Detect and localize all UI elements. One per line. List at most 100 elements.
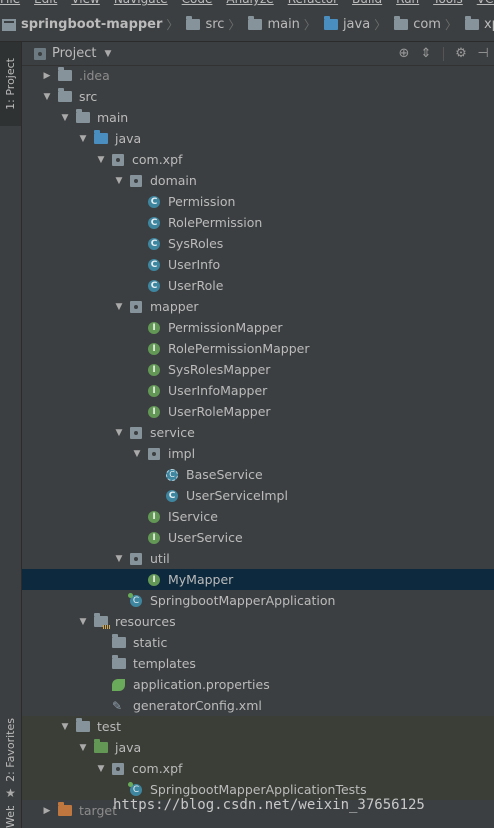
menu-item[interactable]: Run [396, 0, 419, 6]
interface-icon: I [148, 573, 160, 586]
tree-row-label: SysRoles [168, 236, 224, 251]
expanded-arrow-icon[interactable]: ▼ [112, 554, 126, 564]
expanded-arrow-icon[interactable]: ▼ [112, 302, 126, 312]
tree-row-label: java [115, 740, 142, 755]
collapsed-arrow-icon[interactable]: ▶ [40, 806, 54, 816]
tree-row[interactable]: ▶CSysRoles [22, 233, 494, 254]
tree-row-label: SpringbootMapperApplicationTests [150, 782, 367, 797]
menu-item[interactable]: Navigate [114, 0, 168, 6]
tree-row[interactable]: ▼ service [22, 422, 494, 443]
tree-row-label: test [97, 719, 122, 734]
tree-row[interactable]: ▼ com.xpf [22, 758, 494, 779]
breadcrumb-separator: 〉 [374, 18, 387, 32]
tree-row[interactable]: ▶static [22, 632, 494, 653]
tree-row[interactable]: ▶ .idea [22, 65, 494, 86]
tree-row-label: static [133, 635, 168, 650]
class-icon: C [148, 216, 160, 229]
tree-row-label: application.properties [133, 677, 270, 692]
breadcrumb-src[interactable]: src 〉 [184, 8, 246, 41]
collapse-icon[interactable]: ⇕ [415, 46, 437, 61]
tab-favorites[interactable]: 2: Favorites ★ [0, 700, 21, 800]
project-tree: ▶ .idea ▼ src ▼ main ▼ java ▼ com.xpf ▼ domain ▶ C Per… [22, 65, 494, 828]
tree-row[interactable]: ▼ java [22, 737, 494, 758]
collapsed-arrow-icon[interactable]: ▶ [40, 71, 54, 81]
tree-row[interactable]: ▶IUserRoleMapper [22, 401, 494, 422]
tree-row[interactable]: ▶IRolePermissionMapper [22, 338, 494, 359]
menu-item[interactable]: VCS [477, 0, 494, 6]
tree-row[interactable]: ▶IUserService [22, 527, 494, 548]
package-icon [130, 552, 142, 565]
tree-row-label: BaseService [186, 467, 263, 482]
expanded-arrow-icon[interactable]: ▼ [40, 92, 54, 102]
tree-row[interactable]: ▶ISysRolesMapper [22, 359, 494, 380]
expanded-arrow-icon[interactable]: ▼ [94, 155, 108, 165]
hide-icon[interactable]: ⊣ [472, 46, 494, 61]
tree-row[interactable]: ▼ impl [22, 443, 494, 464]
folder-icon [112, 634, 126, 648]
expanded-arrow-icon[interactable]: ▼ [112, 176, 126, 186]
tree-row[interactable]: ▶CSpringbootMapperApplication [22, 590, 494, 611]
spring-leaf-icon [112, 678, 125, 691]
tree-row-label: resources [115, 614, 176, 629]
tree-row[interactable]: ▶templates [22, 653, 494, 674]
expanded-arrow-icon[interactable]: ▼ [130, 449, 144, 459]
menu-item[interactable]: Edit [34, 0, 57, 6]
package-icon [112, 153, 124, 166]
tree-row[interactable]: ▶CRolePermission [22, 212, 494, 233]
tab-web[interactable]: Web [0, 806, 21, 828]
expanded-arrow-icon[interactable]: ▼ [94, 764, 108, 774]
tree-row[interactable]: ▶CPermission [22, 191, 494, 212]
tree-row[interactable]: ▶IUserInfoMapper [22, 380, 494, 401]
class-icon: C [148, 279, 160, 292]
tree-row[interactable]: ▶CBaseService [22, 464, 494, 485]
tree-row[interactable]: ▶IPermissionMapper [22, 317, 494, 338]
tree-row-label: UserRoleMapper [168, 404, 271, 419]
tree-row[interactable]: ▼ mapper [22, 296, 494, 317]
expanded-arrow-icon[interactable]: ▼ [58, 722, 72, 732]
gear-icon[interactable]: ⚙ [450, 46, 472, 61]
class-icon: C [148, 195, 160, 208]
tree-row[interactable]: ▶IMyMapper [22, 569, 494, 590]
tree-row-label: SysRolesMapper [168, 362, 271, 377]
tree-row-label: main [97, 110, 129, 125]
tree-row[interactable]: ▶CUserServiceImpl [22, 485, 494, 506]
expanded-arrow-icon[interactable]: ▼ [58, 113, 72, 123]
project-view-selector[interactable]: Project ▼ [22, 46, 393, 61]
tree-row[interactable]: ▼ domain [22, 170, 494, 191]
tree-row[interactable]: ▶application.properties [22, 674, 494, 695]
tree-row[interactable]: ▼ src [22, 86, 494, 107]
breadcrumb-main[interactable]: main 〉 [246, 8, 322, 41]
tree-row[interactable]: ▶CUserRole [22, 275, 494, 296]
menu-item[interactable]: Analyze [226, 0, 273, 6]
tree-row[interactable]: ▼ main [22, 107, 494, 128]
breadcrumb-com[interactable]: com 〉 [392, 8, 463, 41]
tree-row[interactable]: ▼ com.xpf [22, 149, 494, 170]
menu-item[interactable]: Refactor [288, 0, 338, 6]
expanded-arrow-icon[interactable]: ▼ [76, 617, 90, 627]
menu-item[interactable]: Code [182, 0, 213, 6]
tree-row[interactable]: ▶CUserInfo [22, 254, 494, 275]
tab-project[interactable]: 1: Project [0, 42, 21, 126]
menu-item[interactable]: Build [352, 0, 382, 6]
tree-row[interactable]: ▶IIService [22, 506, 494, 527]
expanded-arrow-icon[interactable]: ▼ [112, 428, 126, 438]
breadcrumb-xpf[interactable]: xpf 〉 [463, 8, 494, 41]
menu-item[interactable]: File [0, 0, 20, 6]
breadcrumb-project[interactable]: springboot-mapper 〉 [0, 8, 184, 41]
menu-item[interactable]: View [71, 0, 99, 6]
tree-row[interactable]: ▶✎generatorConfig.xml [22, 695, 494, 716]
expanded-arrow-icon[interactable]: ▼ [76, 134, 90, 144]
interface-icon: I [148, 342, 160, 355]
expanded-arrow-icon[interactable]: ▼ [76, 743, 90, 753]
tree-row[interactable]: ▼ java [22, 128, 494, 149]
tree-row-label: impl [168, 446, 196, 461]
folder-icon [76, 718, 90, 732]
breadcrumb-java[interactable]: java 〉 [322, 8, 392, 41]
tree-row[interactable]: ▼ test [22, 716, 494, 737]
tree-row-label: .idea [79, 68, 110, 83]
tree-row[interactable]: ▼ resources [22, 611, 494, 632]
menu-item[interactable]: Tools [433, 0, 463, 6]
locate-icon[interactable]: ⊕ [393, 46, 415, 61]
folder-icon [464, 16, 479, 30]
tree-row[interactable]: ▼ util [22, 548, 494, 569]
